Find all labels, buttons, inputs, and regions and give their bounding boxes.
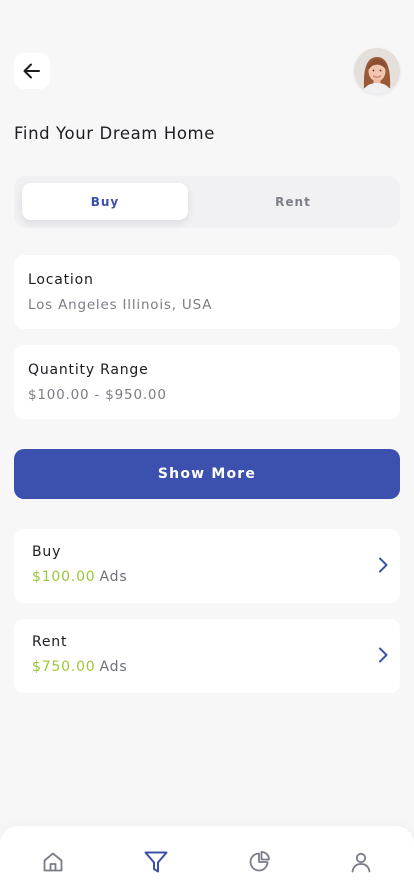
location-value: Los Angeles Illinois, USA xyxy=(28,297,213,313)
nav-filter[interactable] xyxy=(142,848,170,876)
ad-price: $100.00 xyxy=(32,569,96,585)
chevron-right-icon xyxy=(379,647,388,663)
ad-suffix: Ads xyxy=(99,569,128,585)
home-icon xyxy=(43,852,63,872)
quantity-range-value: $100.00 - $950.00 xyxy=(28,387,167,403)
location-field[interactable]: Location Los Angeles Illinois, USA xyxy=(14,255,400,329)
filter-icon xyxy=(144,851,168,873)
profile-icon xyxy=(351,852,371,873)
nav-profile[interactable] xyxy=(347,848,375,876)
user-avatar-icon xyxy=(354,48,400,94)
page-title: Find Your Dream Home xyxy=(14,124,215,143)
tab-buy[interactable]: Buy xyxy=(22,183,188,220)
quantity-range-field[interactable]: Quantity Range $100.00 - $950.00 xyxy=(14,345,400,419)
show-more-button[interactable]: Show More xyxy=(14,449,400,499)
ad-title: Rent xyxy=(32,634,68,650)
bottom-navigation xyxy=(0,826,414,896)
list-item-buy-ads[interactable]: Buy $100.00 Ads xyxy=(14,529,400,603)
pie-chart-icon xyxy=(249,851,270,872)
arrow-left-icon xyxy=(23,63,40,79)
nav-analytics[interactable] xyxy=(245,848,273,876)
buy-rent-toggle: Buy Rent xyxy=(14,176,400,228)
ad-suffix: Ads xyxy=(99,659,128,675)
quantity-range-label: Quantity Range xyxy=(28,362,149,378)
chevron-right-icon xyxy=(379,557,388,573)
location-label: Location xyxy=(28,272,94,288)
back-button[interactable] xyxy=(14,53,50,89)
ad-count: $100.00 Ads xyxy=(32,569,127,585)
avatar[interactable] xyxy=(354,48,400,94)
tab-rent[interactable]: Rent xyxy=(210,183,376,220)
nav-home[interactable] xyxy=(39,848,67,876)
ad-count: $750.00 Ads xyxy=(32,659,127,675)
ad-price: $750.00 xyxy=(32,659,96,675)
ad-title: Buy xyxy=(32,544,62,560)
list-item-rent-ads[interactable]: Rent $750.00 Ads xyxy=(14,619,400,693)
